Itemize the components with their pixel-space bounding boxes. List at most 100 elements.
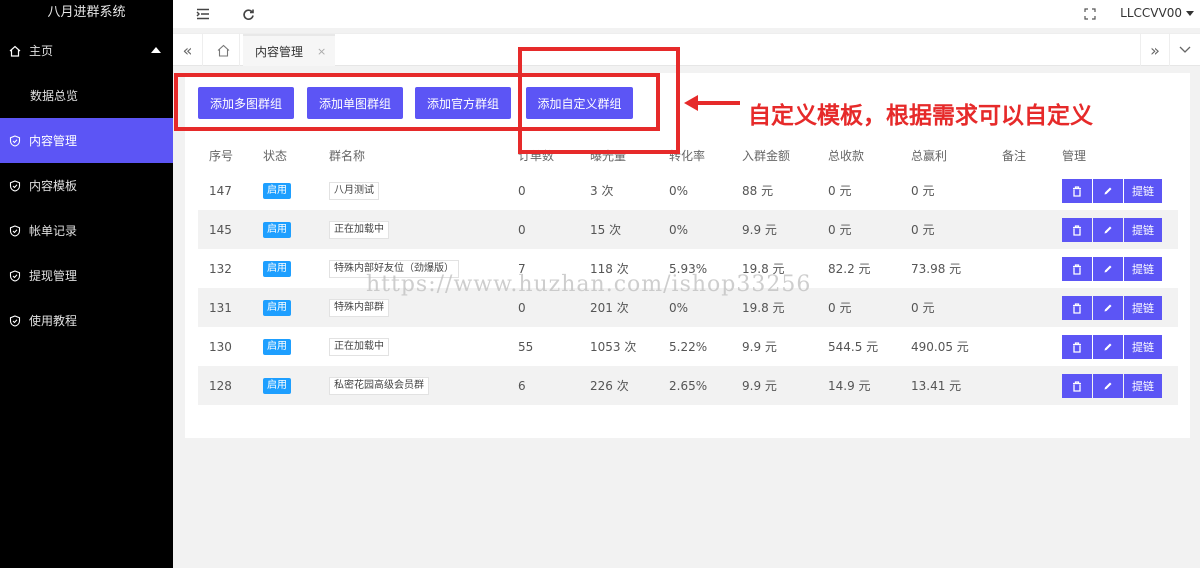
menu-toggle-icon[interactable]: [195, 6, 211, 22]
cell-exposure: 1053 次: [590, 327, 636, 366]
home-tab-icon[interactable]: [208, 34, 240, 66]
sidebar-item-data-overview[interactable]: 数据总览: [0, 73, 173, 118]
sidebar-item-label: 数据总览: [30, 89, 79, 103]
col-header: 状态: [263, 149, 288, 163]
chevron-down-icon: [1186, 11, 1194, 16]
group-name-tag: 正在加载中: [329, 220, 389, 239]
cell-value: 0: [518, 222, 526, 237]
sidebar-item-withdrawal[interactable]: 提现管理: [0, 253, 173, 298]
highlight-box: [518, 47, 680, 154]
pencil-icon: [1104, 226, 1112, 234]
edit-button[interactable]: [1093, 257, 1123, 281]
cell-value: 544.5 元: [828, 340, 879, 354]
sidebar: 八月进群系统 主页 数据总览 内容管理 内容模板 帐单记录 提现管理 使用教程: [0, 0, 173, 568]
table-row: 130 启用 正在加载中 55 1053 次 5.22% 9.9 元 544.5 元 490.0…: [198, 327, 1178, 366]
edit-button[interactable]: [1093, 218, 1123, 242]
status-badge: 启用: [263, 377, 291, 394]
edit-button[interactable]: [1093, 179, 1123, 203]
edit-button[interactable]: [1093, 296, 1123, 320]
user-name: LLCCVV00: [1120, 6, 1182, 20]
cell-value: 0: [518, 300, 526, 315]
tab-bar: « 内容管理 × »: [173, 33, 1200, 66]
get-link-button[interactable]: 提链: [1124, 179, 1162, 203]
cell-value: 128: [209, 378, 232, 393]
row-actions: 提链: [1062, 179, 1163, 203]
cell-profit: 0 元: [911, 171, 934, 210]
caret-up-icon: [151, 47, 161, 53]
cell-name: 私密花园高级会员群: [329, 366, 429, 405]
cell-rate: 5.22%: [669, 327, 707, 366]
table-row: 145 启用 正在加载中 0 15 次 0% 9.9 元 0 元 0 元 提链: [198, 210, 1178, 249]
cell-income: 544.5 元: [828, 327, 878, 366]
sidebar-item-label: 使用教程: [29, 314, 78, 328]
sidebar-item-tutorial[interactable]: 使用教程: [0, 298, 173, 343]
edit-button[interactable]: [1093, 335, 1123, 359]
sidebar-item-label: 内容模板: [29, 179, 78, 193]
trash-icon: [1073, 263, 1081, 275]
cell-value: 226 次: [590, 379, 629, 393]
group-name-tag: 特殊内部群: [329, 298, 389, 317]
delete-button[interactable]: [1062, 179, 1092, 203]
cell-income: 0 元: [828, 288, 851, 327]
status-badge: 启用: [263, 338, 291, 355]
delete-button[interactable]: [1062, 296, 1092, 320]
cell-value: 490.05 元: [911, 340, 969, 354]
cell-income: 14.9 元: [828, 366, 871, 405]
sidebar-item-home[interactable]: 主页: [0, 28, 173, 73]
top-header: LLCCVV00: [173, 0, 1200, 28]
chevron-down-icon[interactable]: [1170, 34, 1200, 66]
close-icon[interactable]: ×: [317, 45, 326, 58]
scroll-right-icon[interactable]: »: [1140, 34, 1170, 66]
get-link-button[interactable]: 提链: [1124, 335, 1162, 359]
cell-profit: 13.41 元: [911, 366, 961, 405]
cell-price: 88 元: [742, 171, 773, 210]
sidebar-item-content-management[interactable]: 内容管理: [0, 118, 173, 163]
get-link-button[interactable]: 提链: [1124, 257, 1162, 281]
get-link-button[interactable]: 提链: [1124, 374, 1162, 398]
shield-check-icon: [9, 224, 21, 237]
get-link-button[interactable]: 提链: [1124, 218, 1162, 242]
sidebar-item-content-template[interactable]: 内容模板: [0, 163, 173, 208]
fullscreen-icon[interactable]: [1082, 6, 1098, 22]
refresh-icon[interactable]: [240, 6, 256, 22]
pencil-icon: [1104, 265, 1112, 273]
cell-id: 145: [209, 210, 232, 249]
cell-price: 9.9 元: [742, 210, 777, 249]
cell-profit: 490.05 元: [911, 327, 969, 366]
sidebar-item-billing[interactable]: 帐单记录: [0, 208, 173, 253]
delete-button[interactable]: [1062, 218, 1092, 242]
tab-content-management[interactable]: 内容管理 ×: [243, 34, 335, 66]
cell-status: 启用: [263, 288, 291, 327]
row-actions: 提链: [1062, 218, 1163, 242]
cell-profit: 0 元: [911, 288, 934, 327]
get-link-button[interactable]: 提链: [1124, 296, 1162, 320]
cell-value: 132: [209, 261, 232, 276]
sidebar-item-label: 帐单记录: [29, 224, 78, 238]
cell-exposure: 15 次: [590, 210, 621, 249]
user-menu[interactable]: LLCCVV00: [1120, 6, 1194, 20]
cell-profit: 73.98 元: [911, 249, 961, 288]
edit-button[interactable]: [1093, 374, 1123, 398]
col-header: 序号: [209, 149, 234, 163]
delete-button[interactable]: [1062, 335, 1092, 359]
scroll-left-icon[interactable]: «: [173, 34, 203, 66]
cell-value: 201 次: [590, 301, 629, 315]
delete-button[interactable]: [1062, 257, 1092, 281]
status-badge: 启用: [263, 221, 291, 238]
cell-value: 9.9 元: [742, 223, 777, 237]
trash-icon: [1073, 224, 1081, 236]
cell-id: 131: [209, 288, 232, 327]
row-actions: 提链: [1062, 335, 1163, 359]
shield-check-icon: [9, 134, 21, 147]
row-actions: 提链: [1062, 374, 1163, 398]
delete-button[interactable]: [1062, 374, 1092, 398]
cell-orders: 55: [518, 327, 533, 366]
cell-status: 启用: [263, 366, 291, 405]
cell-rate: 0%: [669, 171, 688, 210]
col-header: 备注: [1002, 149, 1027, 163]
cell-value: 131: [209, 300, 232, 315]
cell-rate: 2.65%: [669, 366, 707, 405]
col-header: 入群金额: [742, 149, 791, 163]
annotation-text: 自定义模板，根据需求可以自定义: [748, 103, 1093, 129]
cell-value: 0%: [669, 222, 689, 237]
